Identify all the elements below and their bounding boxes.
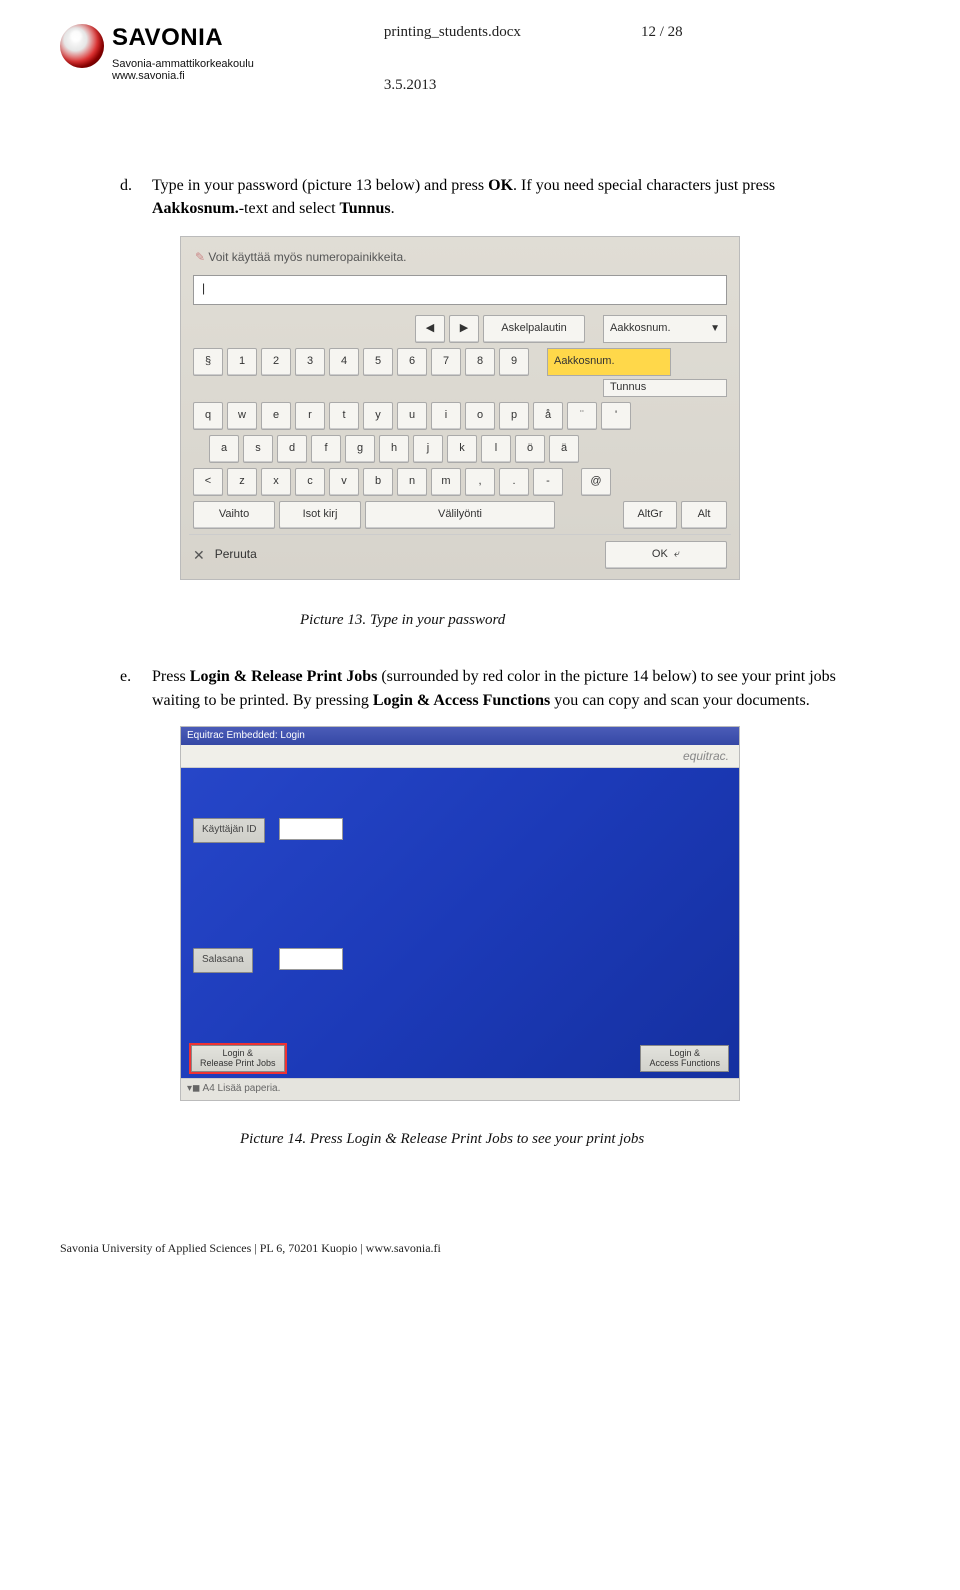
list-body-d: Type in your password (picture 13 below)… <box>152 174 860 220</box>
aakkosnum-option-selected[interactable]: Aakkosnum. <box>547 348 671 376</box>
key[interactable]: s <box>243 435 273 463</box>
key[interactable]: y <box>363 402 393 430</box>
login-panel: Käyttäjän ID Salasana Login & Release Pr… <box>181 768 739 1078</box>
equitrac-logo: equitrac. <box>683 748 729 765</box>
password-label: Salasana <box>193 948 253 973</box>
caption-13: Picture 13. Type in your password <box>300 610 860 632</box>
password-input[interactable] <box>279 948 343 970</box>
key[interactable]: j <box>413 435 443 463</box>
page-header: SAVONIA Savonia-ammattikorkeakoulu www.s… <box>60 24 900 94</box>
page-footer: Savonia University of Applied Sciences |… <box>60 1241 900 1256</box>
logo-icon <box>60 24 104 68</box>
doc-filename: printing_students.docx <box>384 24 521 41</box>
key[interactable]: r <box>295 402 325 430</box>
key[interactable]: h <box>379 435 409 463</box>
key[interactable]: e <box>261 402 291 430</box>
chevron-down-icon: ▼ <box>710 322 720 337</box>
key[interactable]: b <box>363 468 393 496</box>
close-icon[interactable]: ✕ <box>193 545 205 565</box>
caption-14: Picture 14. Press Login & Release Print … <box>240 1129 860 1151</box>
login-release-button[interactable]: Login & Release Print Jobs <box>191 1045 285 1072</box>
aakkosnum-dropdown[interactable]: Aakkosnum.▼ <box>603 315 727 343</box>
nav-left-icon[interactable]: ◀ <box>415 315 445 343</box>
key[interactable]: o <box>465 402 495 430</box>
key[interactable]: t <box>329 402 359 430</box>
window-titlebar: Equitrac Embedded: Login <box>181 727 739 746</box>
key[interactable]: u <box>397 402 427 430</box>
list-item-e: e. Press Login & Release Print Jobs (sur… <box>120 665 860 711</box>
key[interactable]: § <box>193 348 223 376</box>
key[interactable]: l <box>481 435 511 463</box>
user-id-label: Käyttäjän ID <box>193 818 265 843</box>
key[interactable]: z <box>227 468 257 496</box>
key[interactable]: ' <box>601 402 631 430</box>
tunnus-option[interactable]: Tunnus <box>603 379 727 397</box>
key[interactable]: 1 <box>227 348 257 376</box>
key[interactable]: ¨ <box>567 402 597 430</box>
doc-date: 3.5.2013 <box>384 77 683 94</box>
key[interactable]: 3 <box>295 348 325 376</box>
key[interactable]: 2 <box>261 348 291 376</box>
key[interactable]: 5 <box>363 348 393 376</box>
altgr-key[interactable]: AltGr <box>623 501 677 529</box>
list-marker-e: e. <box>120 665 138 711</box>
key[interactable]: x <box>261 468 291 496</box>
key[interactable]: k <box>447 435 477 463</box>
key[interactable]: < <box>193 468 223 496</box>
backspace-key[interactable]: Askelpalautin <box>483 315 585 343</box>
key[interactable]: , <box>465 468 495 496</box>
key[interactable]: @ <box>581 468 611 496</box>
key[interactable]: ö <box>515 435 545 463</box>
shift-key[interactable]: Vaihto <box>193 501 275 529</box>
key[interactable]: c <box>295 468 325 496</box>
brand-strip: equitrac. <box>181 745 739 768</box>
kb-text-input[interactable]: | <box>193 275 727 305</box>
key[interactable]: 4 <box>329 348 359 376</box>
login-access-button[interactable]: Login & Access Functions <box>640 1045 729 1072</box>
picture-14-login: Equitrac Embedded: Login equitrac. Käytt… <box>180 726 740 1101</box>
key[interactable]: ä <box>549 435 579 463</box>
key[interactable]: d <box>277 435 307 463</box>
key[interactable]: a <box>209 435 239 463</box>
list-item-d: d. Type in your password (picture 13 bel… <box>120 174 860 220</box>
picture-13-keyboard: Voit käyttää myös numeropainikkeita. | ◀… <box>180 236 740 579</box>
nav-right-icon[interactable]: ▶ <box>449 315 479 343</box>
key[interactable]: g <box>345 435 375 463</box>
logo-block: SAVONIA Savonia-ammattikorkeakoulu www.s… <box>60 24 254 82</box>
list-body-e: Press Login & Release Print Jobs (surrou… <box>152 665 860 711</box>
key[interactable]: 9 <box>499 348 529 376</box>
key[interactable]: - <box>533 468 563 496</box>
brand-name: SAVONIA <box>112 24 254 52</box>
key[interactable]: . <box>499 468 529 496</box>
alt-key[interactable]: Alt <box>681 501 727 529</box>
key[interactable]: 6 <box>397 348 427 376</box>
status-bar: ▾◼ A4 Lisää paperia. <box>181 1078 739 1100</box>
doc-meta: printing_students.docx 12 / 28 3.5.2013 <box>384 24 683 94</box>
key[interactable]: f <box>311 435 341 463</box>
key[interactable]: p <box>499 402 529 430</box>
list-marker-d: d. <box>120 174 138 220</box>
key[interactable]: i <box>431 402 461 430</box>
ok-button[interactable]: OK ⤶ <box>605 541 727 569</box>
key[interactable]: 8 <box>465 348 495 376</box>
key[interactable]: q <box>193 402 223 430</box>
kb-hint: Voit käyttää myös numeropainikkeita. <box>189 245 731 274</box>
doc-page: 12 / 28 <box>641 24 683 41</box>
brand-url: www.savonia.fi <box>112 70 254 82</box>
key[interactable]: v <box>329 468 359 496</box>
key[interactable]: m <box>431 468 461 496</box>
key[interactable]: w <box>227 402 257 430</box>
brand-subtitle: Savonia-ammattikorkeakoulu <box>112 58 254 70</box>
space-key[interactable]: Välilyönti <box>365 501 555 529</box>
user-id-input[interactable] <box>279 818 343 840</box>
key[interactable]: n <box>397 468 427 496</box>
caps-key[interactable]: Isot kirj <box>279 501 361 529</box>
key[interactable]: å <box>533 402 563 430</box>
cancel-button[interactable]: Peruuta <box>215 546 257 563</box>
key[interactable]: 7 <box>431 348 461 376</box>
